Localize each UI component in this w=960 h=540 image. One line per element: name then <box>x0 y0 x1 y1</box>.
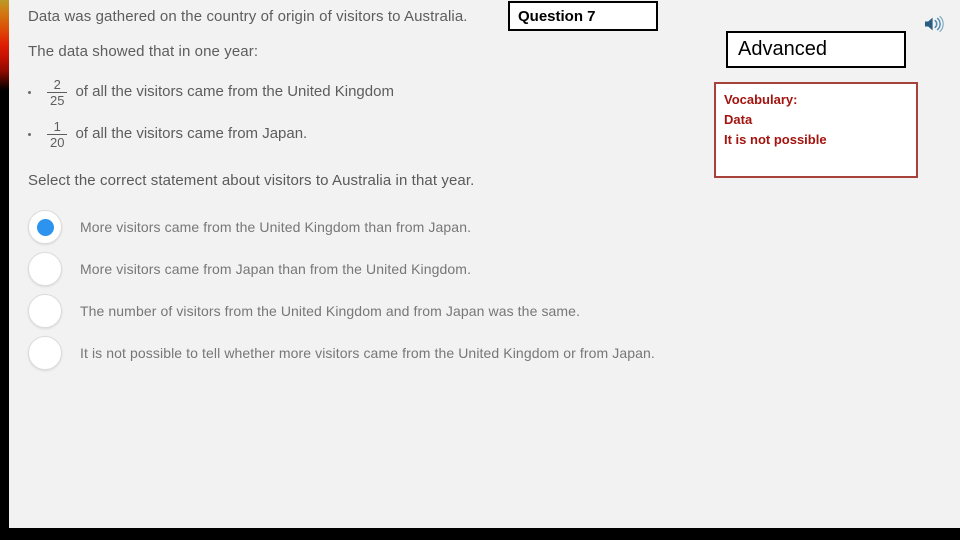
bullet-text-uk: of all the visitors came from the United… <box>75 82 394 100</box>
decorative-gradient-strip <box>0 0 9 540</box>
fraction-bullet-list: 2 25 of all the visitors came from the U… <box>28 76 708 150</box>
fraction-numerator: 1 <box>53 119 61 134</box>
vocabulary-term-2: It is not possible <box>724 132 827 148</box>
radio-inner-dot <box>36 218 54 236</box>
question-prompt: Select the correct statement about visit… <box>28 171 475 189</box>
radio-inner-dot <box>37 345 54 362</box>
bullet-item-uk: 2 25 of all the visitors came from the U… <box>28 76 708 108</box>
option-label-3: The number of visitors from the United K… <box>80 303 581 319</box>
bullet-dot-icon <box>28 90 31 94</box>
option-row-3[interactable]: The number of visitors from the United K… <box>28 290 728 332</box>
bullet-item-japan: 1 20 of all the visitors came from Japan… <box>28 120 708 150</box>
radio-inner-dot <box>37 303 54 320</box>
option-row-4[interactable]: It is not possible to tell whether more … <box>28 332 728 374</box>
speaker-icon[interactable] <box>924 15 946 33</box>
vocabulary-term-1: Data <box>724 112 753 128</box>
bullet-dot-icon <box>28 133 31 137</box>
vocabulary-box: Vocabulary: Data It is not possible <box>714 82 918 178</box>
difficulty-level-badge: Advanced <box>726 31 906 68</box>
radio-button-option-2[interactable] <box>28 252 62 286</box>
option-label-1: More visitors came from the United Kingd… <box>80 219 472 235</box>
option-label-4: It is not possible to tell whether more … <box>80 345 655 361</box>
fraction-numerator: 2 <box>53 76 61 92</box>
fraction-denominator: 25 <box>50 92 65 108</box>
radio-button-option-3[interactable] <box>28 294 62 328</box>
bullet-text-japan: of all the visitors came from Japan. <box>75 125 308 143</box>
fraction-uk: 2 25 <box>47 76 68 108</box>
question-number-badge: Question 7 <box>508 1 658 31</box>
bottom-black-bar <box>0 528 960 540</box>
fraction-denominator: 20 <box>50 135 65 151</box>
radio-inner-dot <box>37 261 54 278</box>
question-body: Data was gathered on the country of orig… <box>28 8 708 206</box>
question-stem-line-2: The data showed that in one year: <box>28 42 259 60</box>
radio-button-option-1[interactable] <box>28 210 62 244</box>
option-row-1[interactable]: More visitors came from the United Kingd… <box>28 206 728 248</box>
radio-button-option-4[interactable] <box>28 336 62 370</box>
answer-options-group: More visitors came from the United Kingd… <box>28 206 728 374</box>
option-row-2[interactable]: More visitors came from Japan than from … <box>28 248 728 290</box>
slide-canvas: Data was gathered on the country of orig… <box>0 0 960 540</box>
vocabulary-heading: Vocabulary: <box>724 92 798 107</box>
option-label-2: More visitors came from Japan than from … <box>80 261 472 277</box>
fraction-japan: 1 20 <box>47 119 68 151</box>
